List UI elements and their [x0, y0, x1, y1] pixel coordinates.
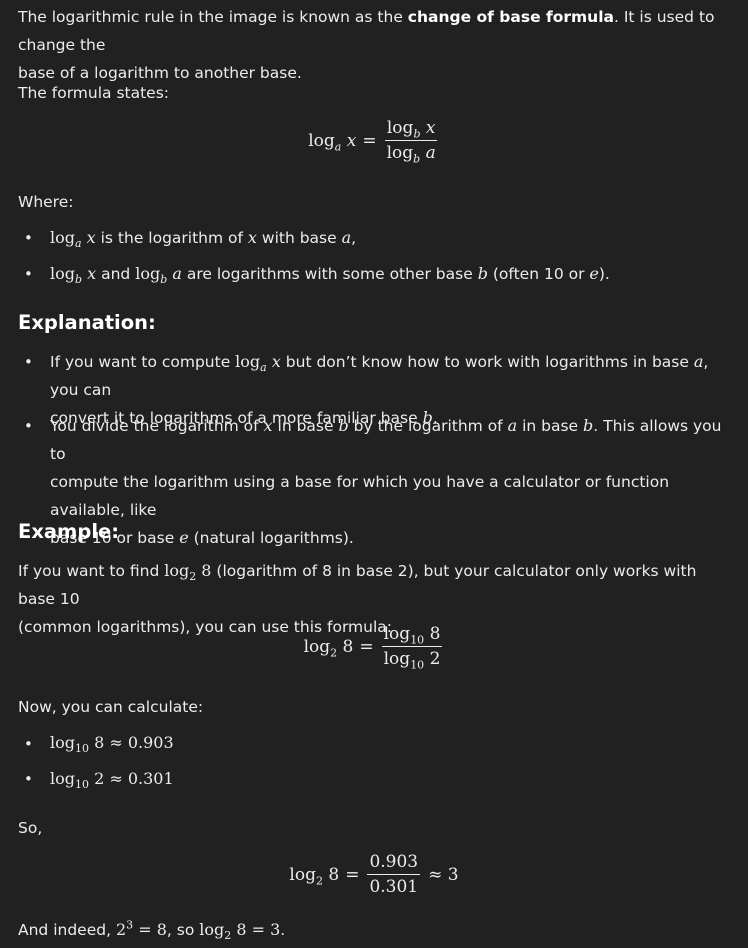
result-formula: log2 8 = 0.903 0.301 ≈ 3 — [289, 852, 459, 897]
change-of-base-formula: loga x = logb x logb a — [308, 118, 438, 166]
explanation-item-2-text-6: compute the logarithm using a base for w… — [50, 473, 670, 519]
bullet-icon: • — [24, 735, 33, 753]
bullet-icon: • — [24, 770, 33, 788]
calc-item-1: log10 8 ≈ 0.903 — [50, 733, 174, 756]
indeed-text: And indeed, — [18, 921, 111, 939]
bullet-icon: • — [24, 229, 33, 247]
intro-paragraph: The logarithmic rule in the image is kno… — [18, 3, 730, 87]
explanation-heading: Explanation: — [18, 311, 156, 334]
example-heading: Example: — [18, 520, 120, 543]
where-item-2-text-2: are logarithms with some other base — [186, 265, 473, 283]
explanation-item-2-text-4: in base — [522, 417, 579, 435]
where-item-1: loga x is the logarithm of x with base a… — [50, 228, 357, 251]
so-text: So, — [18, 819, 43, 837]
explanation-item-1-text-2: but don’t know how to work with logarith… — [285, 353, 689, 371]
explanation-item-2-text-2: in base — [277, 417, 334, 435]
where-item-1-text-2: with base — [261, 229, 337, 247]
explanation-item-2-text-3: by the logarithm of — [353, 417, 503, 435]
explanation-item-2-text-8: (natural logarithms). — [193, 529, 354, 547]
bullet-icon: • — [24, 417, 33, 435]
explanation-item-2: You divide the logarithm of x in base b … — [50, 416, 722, 547]
bullet-icon: • — [24, 265, 33, 283]
where-item-1-text: is the logarithm of — [100, 229, 243, 247]
where-item-2: logb x and logb a are logarithms with so… — [50, 264, 610, 287]
explanation-item-2-text: You divide the logarithm of — [50, 417, 259, 435]
now-text: Now, you can calculate: — [18, 698, 204, 716]
example-text: If you want to find — [18, 562, 160, 580]
intro-bold: change of base formula — [407, 8, 614, 26]
explanation-item-1-text: If you want to compute — [50, 353, 231, 371]
where-item-2-text-3: (often 10 or — [492, 265, 585, 283]
indeed-text-2: , so — [166, 921, 195, 939]
where-text: Where: — [18, 193, 74, 211]
formula-states-text: The formula states: — [18, 84, 170, 102]
where-item-2-text: and — [101, 265, 131, 283]
indeed-paragraph: And indeed, 23 = 8, so log2 8 = 3. — [18, 918, 286, 943]
intro-text: The logarithmic rule in the image is kno… — [18, 8, 408, 26]
bullet-icon: • — [24, 353, 33, 371]
calc-item-2: log10 2 ≈ 0.301 — [50, 769, 174, 792]
example-formula: log2 8 = log10 8 log10 2 — [303, 624, 443, 672]
